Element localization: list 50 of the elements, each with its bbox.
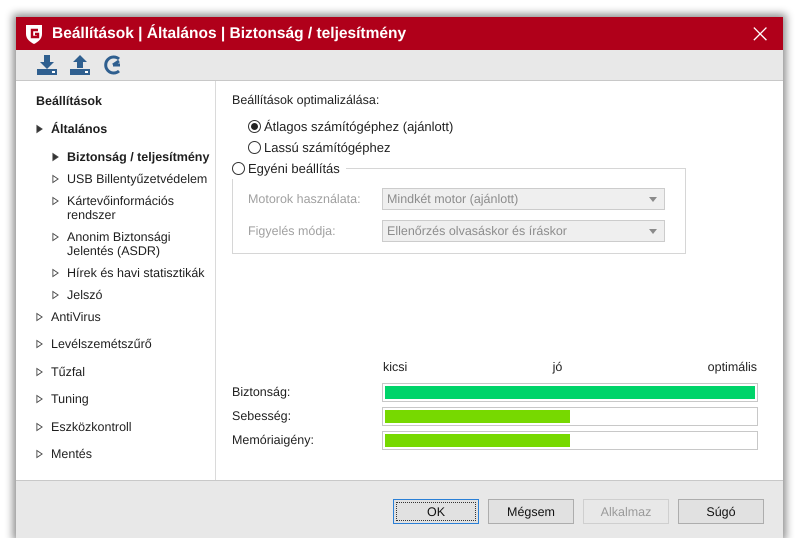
collapsed-arrow-icon[interactable]	[36, 394, 43, 404]
sidebar-heading: Beállítások	[36, 94, 104, 108]
dialog-button[interactable]: Mégsem	[488, 499, 574, 524]
shield-icon	[24, 22, 44, 44]
meter-label: Biztonság:	[232, 385, 292, 399]
tree-item[interactable]: Tuning	[51, 392, 89, 406]
collapsed-arrow-icon[interactable]	[36, 366, 43, 376]
tree-item[interactable]: USB Billentyűzetvédelem	[67, 172, 208, 186]
radio-button[interactable]	[248, 141, 261, 154]
expanded-arrow-icon[interactable]	[36, 124, 43, 134]
caret-icon	[649, 228, 657, 234]
field-label: Figyelés módja:	[248, 224, 337, 238]
collapsed-arrow-icon[interactable]	[36, 422, 43, 432]
collapsed-arrow-icon[interactable]	[36, 449, 43, 459]
tree-item[interactable]: Hírek és havi statisztikák	[67, 266, 205, 280]
radio-button[interactable]	[248, 120, 261, 133]
section-heading: Beállítások optimalizálása:	[232, 93, 380, 107]
meter-label: Sebesség:	[232, 409, 292, 423]
tree-item[interactable]: Jelszó	[67, 288, 102, 302]
collapsed-arrow-icon[interactable]	[36, 339, 43, 349]
tree-item[interactable]: AntiVirus	[51, 310, 101, 324]
expanded-arrow-icon[interactable]	[52, 152, 59, 162]
collapsed-arrow-icon[interactable]	[52, 196, 59, 206]
scale-label: optimális	[708, 360, 757, 376]
dialog-button[interactable]: OK	[393, 499, 479, 524]
field-label: Motorok használata:	[248, 192, 362, 206]
window-title: Beállítások | Általános | Biztonság / teljesítmény	[52, 24, 408, 42]
tree-item[interactable]: Általános	[51, 122, 108, 136]
tree-item[interactable]: Tűzfal	[51, 364, 86, 378]
collapsed-arrow-icon[interactable]	[52, 232, 59, 242]
tree-item[interactable]: Eszközkontroll	[51, 420, 132, 434]
tree-item[interactable]: Kártevőinformációs rendszer	[67, 194, 215, 222]
tree-item[interactable]: Biztonság / teljesítmény	[67, 150, 210, 164]
radio-label[interactable]: Átlagos számítógéphez (ajánlott)	[264, 119, 454, 134]
upload-icon[interactable]	[69, 54, 91, 76]
radio-label[interactable]: Lassú számítógéphez	[264, 140, 390, 155]
scale-label: kicsi	[383, 360, 408, 376]
tree-item[interactable]: Anonim Biztonsági Jelentés (ASDR)	[67, 230, 215, 258]
scale-label: jó	[552, 360, 562, 376]
caret-icon	[649, 196, 657, 202]
tree-item[interactable]: Levélszemétszűrő	[51, 337, 152, 351]
meter-label: Memóriaigény:	[232, 433, 315, 447]
collapsed-arrow-icon[interactable]	[52, 290, 59, 300]
download-icon[interactable]	[36, 54, 58, 76]
tree-item[interactable]: Mentés	[51, 447, 92, 461]
collapsed-arrow-icon[interactable]	[52, 268, 59, 278]
dialog-button[interactable]: Súgó	[678, 499, 764, 524]
collapsed-arrow-icon[interactable]	[52, 174, 59, 184]
collapsed-arrow-icon[interactable]	[36, 312, 43, 322]
close-button[interactable]: ×	[741, 20, 779, 46]
